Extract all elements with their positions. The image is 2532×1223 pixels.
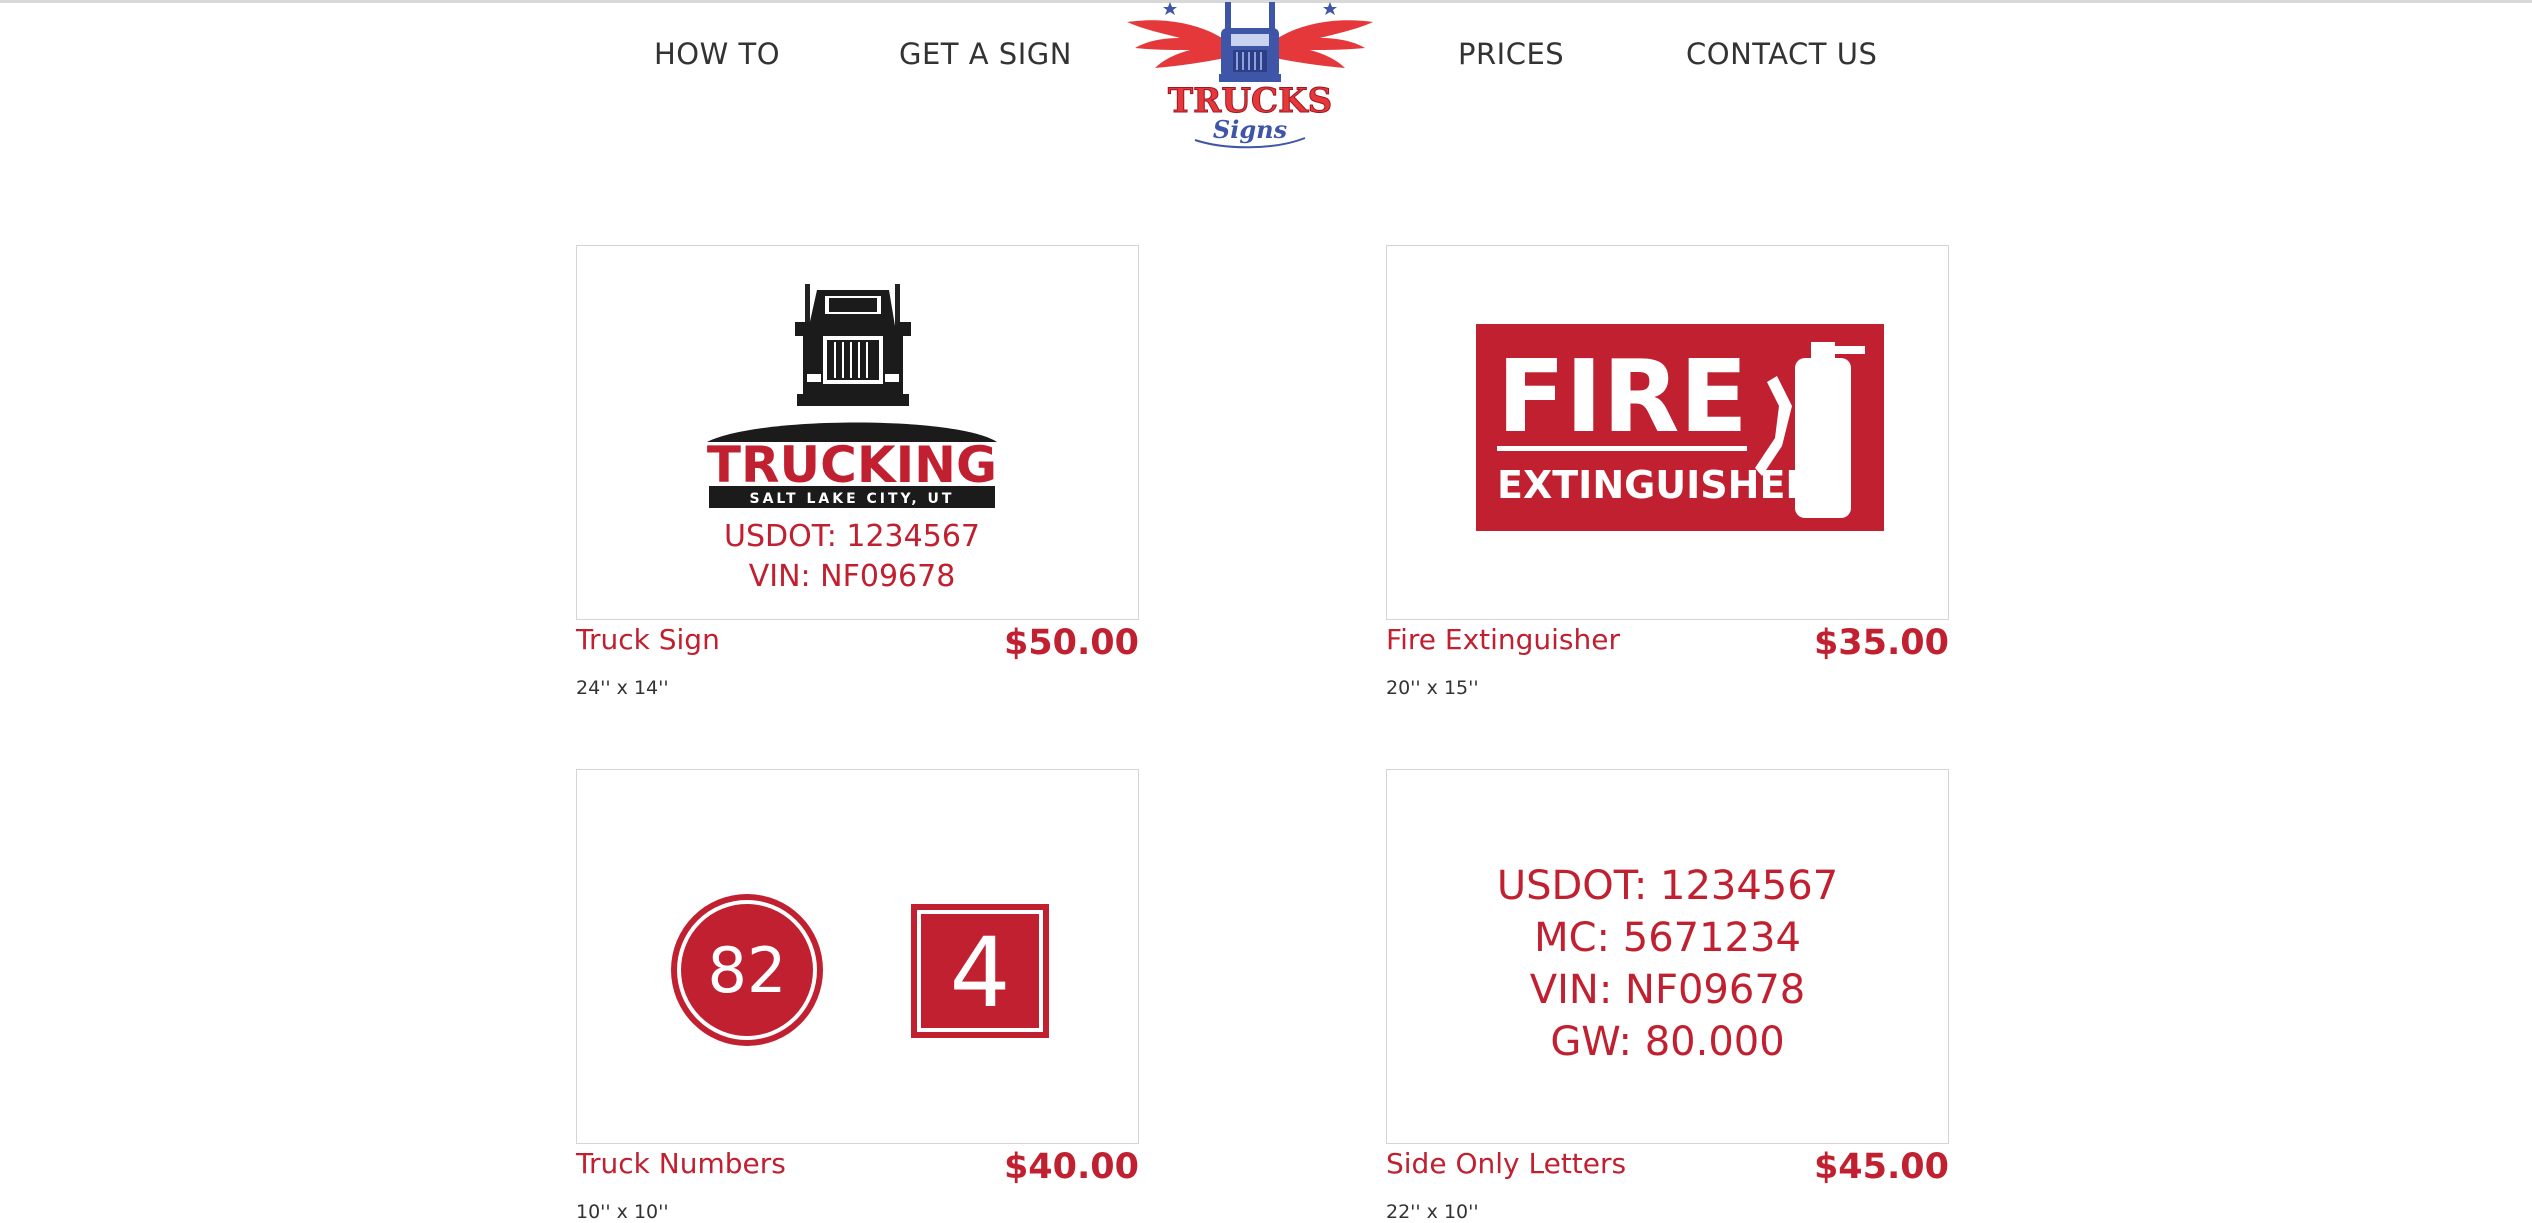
preview-fire-title: FIRE (1497, 338, 1748, 455)
product-name[interactable]: Truck Sign (576, 623, 720, 656)
preview-line-vin: VIN: NF09678 (1529, 967, 1806, 1013)
preview-side-letters: USDOT: 1234567 MC: 5671234 VIN: NF09678 … (1387, 860, 1948, 1068)
product-price: $35.00 (1813, 623, 1949, 663)
product-card-truck-sign: TRUCKING SALT LAKE CITY, UT USDOT: 12345… (576, 245, 1139, 725)
logo-subtitle: Signs (1213, 115, 1288, 144)
nav-link-contact-us[interactable]: CONTACT US (1686, 37, 1877, 71)
preview-line-usdot: USDOT: 1234567 (1496, 863, 1839, 909)
product-size: 20'' x 15'' (1386, 677, 1479, 699)
site-logo[interactable]: TRUCKS Signs (1125, 0, 1375, 155)
product-image-side-only-letters[interactable]: USDOT: 1234567 MC: 5671234 VIN: NF09678 … (1386, 769, 1949, 1144)
preview-line-mc: MC: 5671234 (1534, 915, 1801, 961)
product-price: $40.00 (1003, 1147, 1139, 1187)
product-card-fire-extinguisher: FIRE EXTINGUISHER Fire Extinguisher $35.… (1386, 245, 1949, 725)
logo-left-wing (1127, 20, 1225, 68)
logo-right-wing (1275, 20, 1373, 68)
product-name[interactable]: Fire Extinguisher (1386, 623, 1620, 656)
preview-usdot: USDOT: 1234567 (724, 519, 980, 554)
logo-star-icon (1323, 2, 1337, 15)
main-navigation: HOW TO GET A SIGN TRUCKS Signs PRICES CO… (0, 0, 2532, 160)
product-card-side-only-letters: USDOT: 1234567 MC: 5671234 VIN: NF09678 … (1386, 769, 1949, 1223)
product-image-truck-sign[interactable]: TRUCKING SALT LAKE CITY, UT USDOT: 12345… (576, 245, 1139, 620)
product-name[interactable]: Side Only Letters (1386, 1147, 1626, 1180)
product-image-fire-extinguisher[interactable]: FIRE EXTINGUISHER (1386, 245, 1949, 620)
preview-trucking-subtitle: SALT LAKE CITY, UT (750, 491, 955, 507)
product-image-truck-numbers[interactable]: 82 4 (576, 769, 1139, 1144)
preview-vin: VIN: NF09678 (749, 559, 956, 594)
logo-star-icon (1163, 2, 1177, 15)
preview-fire-subtitle: EXTINGUISHER (1497, 463, 1815, 507)
truck-icon (707, 284, 997, 442)
product-name[interactable]: Truck Numbers (576, 1147, 786, 1180)
nav-link-get-a-sign[interactable]: GET A SIGN (899, 37, 1072, 71)
nav-link-prices[interactable]: PRICES (1458, 37, 1564, 71)
nav-link-how-to[interactable]: HOW TO (654, 37, 780, 71)
preview-trucking-title: TRUCKING (707, 436, 997, 494)
product-price: $50.00 (1003, 623, 1139, 663)
preview-circle-number: 82 (708, 934, 787, 1007)
product-card-truck-numbers: 82 4 Truck Numbers $40.00 10'' x 10'' (576, 769, 1139, 1223)
product-price: $45.00 (1813, 1147, 1949, 1187)
preview-line-gw: GW: 80.000 (1550, 1019, 1785, 1065)
preview-square-number: 4 (949, 917, 1010, 1029)
product-size: 24'' x 14'' (576, 677, 669, 699)
